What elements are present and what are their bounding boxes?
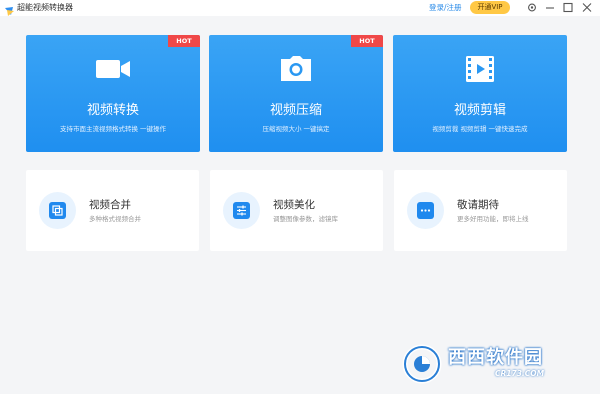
hot-badge: HOT [351, 35, 383, 47]
watermark-url: CR173.COM [495, 369, 545, 378]
minimize-icon [546, 7, 554, 9]
card-title: 视频合并 [89, 199, 131, 211]
login-register-link[interactable]: 登录/注册 [429, 2, 462, 13]
gear-icon [528, 3, 536, 12]
video-camera-icon [94, 53, 132, 85]
card-subtitle: 压缩视频大小 一键搞定 [262, 125, 330, 133]
settings-button[interactable] [525, 1, 539, 14]
watermark-brand: 西西软件园 [448, 347, 543, 368]
title-bar: 超能视频转换器 登录/注册 开通VIP [0, 0, 600, 16]
hot-badge: HOT [168, 35, 200, 47]
open-vip-button[interactable]: 开通VIP [470, 1, 510, 14]
maximize-icon [563, 2, 573, 13]
close-button[interactable] [580, 1, 594, 14]
close-icon [582, 3, 592, 12]
more-dots-icon [420, 209, 431, 212]
coming-soon-card[interactable]: 敬请期待 更多好用功能，即将上线 [394, 170, 567, 251]
app-title: 超能视频转换器 [17, 3, 73, 12]
icon-circle [223, 192, 260, 229]
merge-icon [52, 205, 63, 216]
minimize-button[interactable] [543, 1, 557, 14]
icon-circle [407, 192, 444, 229]
maximize-button[interactable] [561, 1, 575, 14]
card-title: 视频剪辑 [453, 103, 506, 118]
card-subtitle: 多种格式视频合并 [89, 215, 141, 223]
site-watermark: 西西软件园 CR173.COM [400, 344, 584, 384]
card-title: 敬请期待 [457, 199, 499, 211]
card-subtitle: 更多好用功能，即将上线 [457, 215, 529, 223]
icon-circle [39, 192, 76, 229]
card-subtitle: 视频剪裁 视频剪辑 一键快速完成 [432, 125, 528, 133]
app-logo-icon [4, 2, 15, 16]
card-title: 视频压缩 [269, 103, 322, 118]
card-title: 视频美化 [273, 199, 315, 211]
video-convert-card[interactable]: HOT 视频转换 支持市面主流视频格式转换 一键操作 [26, 35, 200, 152]
sliders-icon [237, 205, 246, 216]
video-edit-card[interactable]: 视频剪辑 视频剪裁 视频剪辑 一键快速完成 [393, 35, 567, 152]
photo-camera-icon [277, 53, 315, 85]
card-subtitle: 调整图像参数，滤镜库 [273, 215, 338, 223]
video-beautify-card[interactable]: 视频美化 调整图像参数，滤镜库 [210, 170, 383, 251]
film-play-icon [461, 53, 499, 85]
video-compress-card[interactable]: HOT 视频压缩 压缩视频大小 一键搞定 [209, 35, 383, 152]
card-title: 视频转换 [86, 103, 139, 118]
video-merge-card[interactable]: 视频合并 多种格式视频合并 [26, 170, 199, 251]
card-subtitle: 支持市面主流视频格式转换 一键操作 [59, 125, 167, 133]
